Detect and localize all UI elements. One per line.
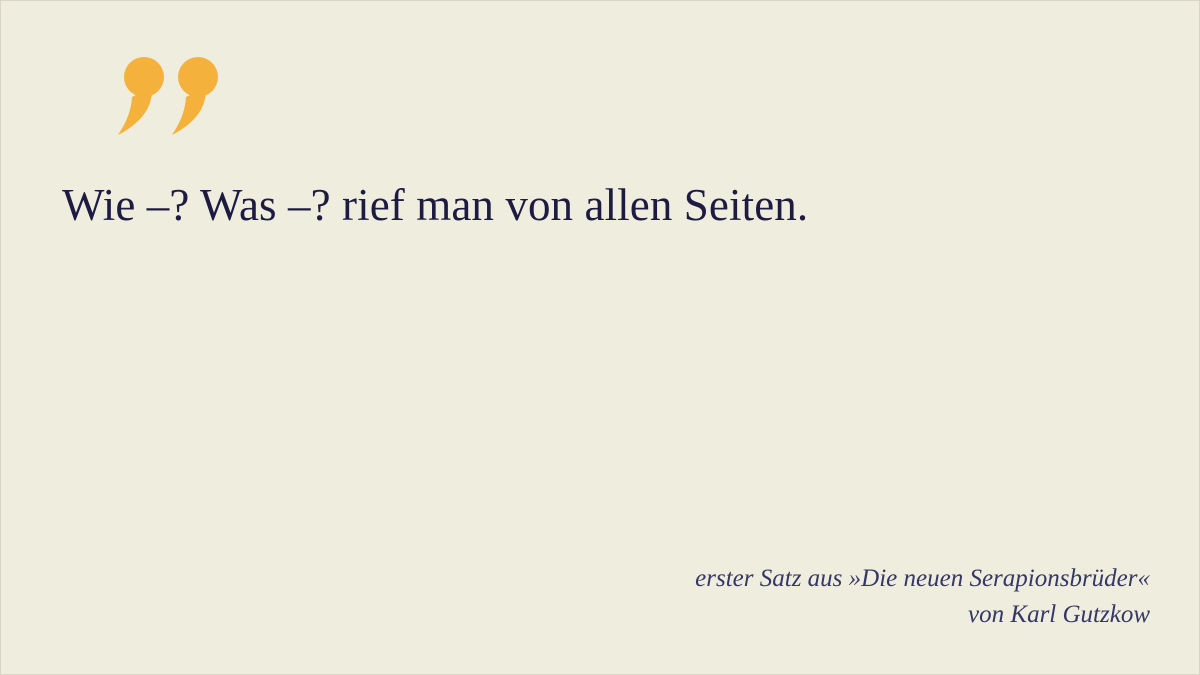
attribution-line-author: von Karl Gutzkow bbox=[968, 601, 1150, 628]
closing-quotation-mark-icon bbox=[109, 53, 221, 141]
attribution-line-source: erster Satz aus »Die neuen Serapionsbrüd… bbox=[695, 565, 1150, 592]
quote-text: Wie –? Was –? rief man von allen Seiten. bbox=[62, 180, 809, 230]
quote-card: Wie –? Was –? rief man von allen Seiten.… bbox=[0, 0, 1200, 675]
attribution: erster Satz aus »Die neuen Serapionsbrüd… bbox=[695, 561, 1150, 633]
